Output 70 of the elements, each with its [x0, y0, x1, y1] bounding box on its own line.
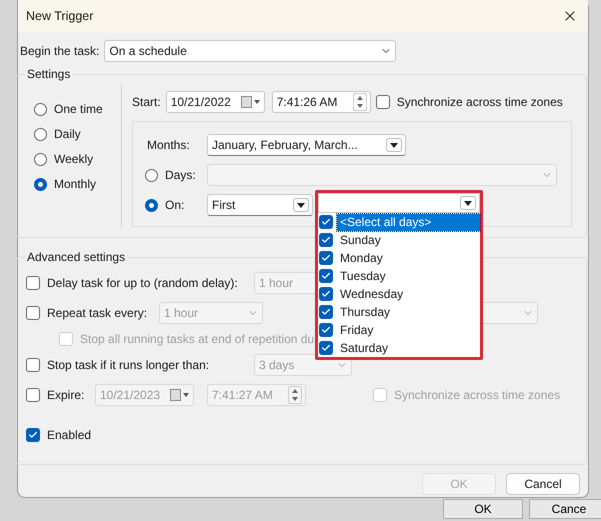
radio-button[interactable] — [145, 198, 158, 212]
on-option[interactable]: On: — [145, 198, 201, 212]
checkbox[interactable] — [319, 323, 333, 337]
list-item[interactable]: Thursday — [318, 303, 480, 321]
checkbox[interactable] — [319, 215, 333, 229]
checkbox[interactable] — [376, 95, 390, 109]
background-button[interactable]: OK — [443, 499, 523, 519]
calendar-icon — [240, 96, 261, 108]
radio-button[interactable] — [34, 102, 47, 116]
days-option[interactable]: Days: — [145, 168, 201, 182]
radio-button[interactable] — [34, 152, 47, 166]
field-label: Start: — [132, 95, 161, 109]
schedule-option[interactable]: Daily — [34, 127, 111, 141]
checkbox-label: Stop task if it runs longer than: — [47, 358, 210, 372]
checkbox[interactable] — [319, 305, 333, 319]
checkbox-label: Delay task for up to (random delay): — [47, 276, 238, 290]
checkbox[interactable] — [26, 428, 40, 442]
dropdown-button[interactable] — [293, 198, 309, 212]
spin-buttons[interactable] — [288, 386, 302, 404]
caret-icon — [297, 202, 305, 208]
schedule-dropdown[interactable]: On a schedule — [104, 40, 396, 62]
check-icon — [28, 430, 38, 440]
checkbox-label: Stop all running tasks at end of repetition du — [80, 332, 314, 346]
down-arrow-icon — [356, 104, 363, 108]
schedule-option[interactable]: One time — [34, 102, 111, 116]
checkbox[interactable] — [26, 276, 40, 290]
checkbox[interactable] — [26, 358, 40, 372]
list-item[interactable]: Sunday — [318, 231, 480, 249]
time-field[interactable]: 7:41:26 AM — [272, 91, 371, 113]
window-title: New Trigger — [26, 9, 94, 23]
checkbox[interactable] — [26, 388, 40, 402]
dropdown-button[interactable] — [386, 138, 402, 152]
checkbox[interactable] — [319, 269, 333, 283]
schedule-option[interactable]: Weekly — [34, 152, 111, 166]
dropdown-button[interactable] — [460, 196, 476, 210]
group-title: Advanced settings — [25, 250, 128, 264]
radio-button[interactable] — [34, 128, 47, 140]
checkbox[interactable] — [26, 306, 40, 320]
checkbox-label: Synchronize across time zones — [394, 388, 560, 402]
calendar-icon — [170, 389, 190, 401]
radio-button[interactable] — [145, 168, 158, 182]
list-item[interactable]: Wednesday — [318, 285, 480, 303]
week-dropdown[interactable]: First — [207, 194, 313, 216]
list-item[interactable]: Saturday — [318, 339, 480, 357]
list-item[interactable]: Tuesday — [318, 267, 480, 285]
dialog-button[interactable]: Cancel — [506, 473, 580, 495]
checkbox-label: Synchronize across time zones — [396, 95, 563, 109]
list-item[interactable]: Friday — [318, 321, 480, 339]
schedule-option[interactable]: Monthly — [34, 177, 111, 191]
down-arrow-icon — [292, 397, 298, 401]
checkbox[interactable] — [319, 287, 333, 301]
months-dropdown[interactable]: January, February, March... — [207, 134, 406, 156]
checkbox[interactable] — [319, 341, 333, 355]
group-title: Settings — [25, 67, 72, 81]
checkbox-label: Expire: — [47, 388, 84, 402]
field-label: Begin the task: — [20, 44, 100, 58]
up-arrow-icon — [356, 96, 363, 100]
checkbox-label: Enabled — [47, 428, 92, 442]
checkbox-label: Repeat task every: — [47, 306, 148, 320]
caret-icon — [390, 142, 398, 148]
background-button[interactable]: Cance — [529, 499, 601, 519]
list-item[interactable]: Monday — [318, 249, 480, 267]
radio-button[interactable] — [34, 178, 47, 190]
field-label: Months: — [146, 138, 191, 152]
checkbox[interactable] — [319, 251, 333, 265]
caret-icon — [464, 200, 472, 206]
spin-buttons[interactable] — [352, 93, 367, 111]
checkbox[interactable] — [319, 233, 333, 247]
up-arrow-icon — [292, 389, 298, 393]
date-picker[interactable]: 10/21/2022 — [166, 91, 265, 113]
